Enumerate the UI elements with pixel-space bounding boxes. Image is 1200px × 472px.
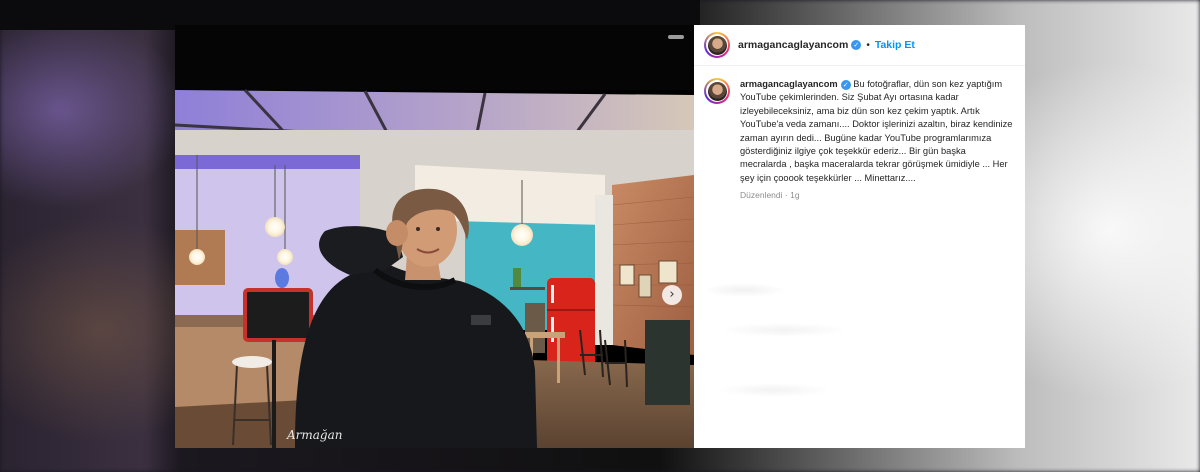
edited-label: Düzenlendi [740, 190, 783, 201]
caption-text: armagancaglayancom ✓ Bu fotoğraflar, dün … [740, 78, 1025, 185]
caption-line: YouTube'a veda zamanı.... Doktor işlerin… [740, 119, 1013, 130]
post-meta: Düzenlendi · 1g [740, 190, 1025, 200]
photo-signature: Armağan [286, 428, 343, 442]
caption-line: mecralarda , başka maceralarda tekrar gö… [740, 159, 1008, 170]
caption-line: gösterdiğiniz ilgiye çok teşekkür ederiz… [740, 146, 966, 157]
time-ago[interactable]: 1g [790, 190, 799, 200]
verified-badge-icon: ✓ [851, 40, 862, 50]
caption-body: Bu fotoğraflar, dün son kez yaptığım YouT… [740, 79, 1012, 183]
post-panel: armagancaglayancom ✓ • Takip Et armaganc… [694, 25, 1025, 448]
header-separator: • [866, 39, 870, 51]
profile-avatar[interactable] [704, 32, 730, 58]
meta-separator: · [782, 190, 791, 201]
caption-avatar[interactable] [704, 78, 730, 104]
caption-line: Bu fotoğraflar, dün son kez yaptığım [853, 79, 1003, 89]
chevron-right-icon[interactable]: › [662, 285, 682, 305]
follow-button[interactable]: Takip Et [875, 39, 915, 51]
verified-badge-icon: ✓ [840, 79, 851, 90]
caption-comment: armagancaglayancom ✓ Bu fotoğraflar, dün … [694, 66, 1025, 200]
post-photo[interactable]: Armağan › [175, 25, 694, 448]
caption-username[interactable]: armagancaglayancom [740, 79, 838, 89]
photo-scene: Armağan [175, 25, 694, 448]
caption-line: izleyebileceksiniz, ama biz dün son kez … [740, 105, 980, 116]
post-header: armagancaglayancom ✓ • Takip Et [694, 25, 1025, 66]
carousel-indicator [666, 33, 686, 41]
caption-line: YouTube çekimlerinden. Siz Şubat Ayı ort… [740, 92, 959, 103]
header-username[interactable]: armagancaglayancom [738, 39, 848, 51]
caption-line: zaman ayırın dedi... Bugüne kadar YouTub… [740, 132, 992, 143]
blurred-comments-area [704, 230, 1024, 440]
caption-line: şey için çooook teşekkürler ... Minettar… [740, 172, 916, 183]
